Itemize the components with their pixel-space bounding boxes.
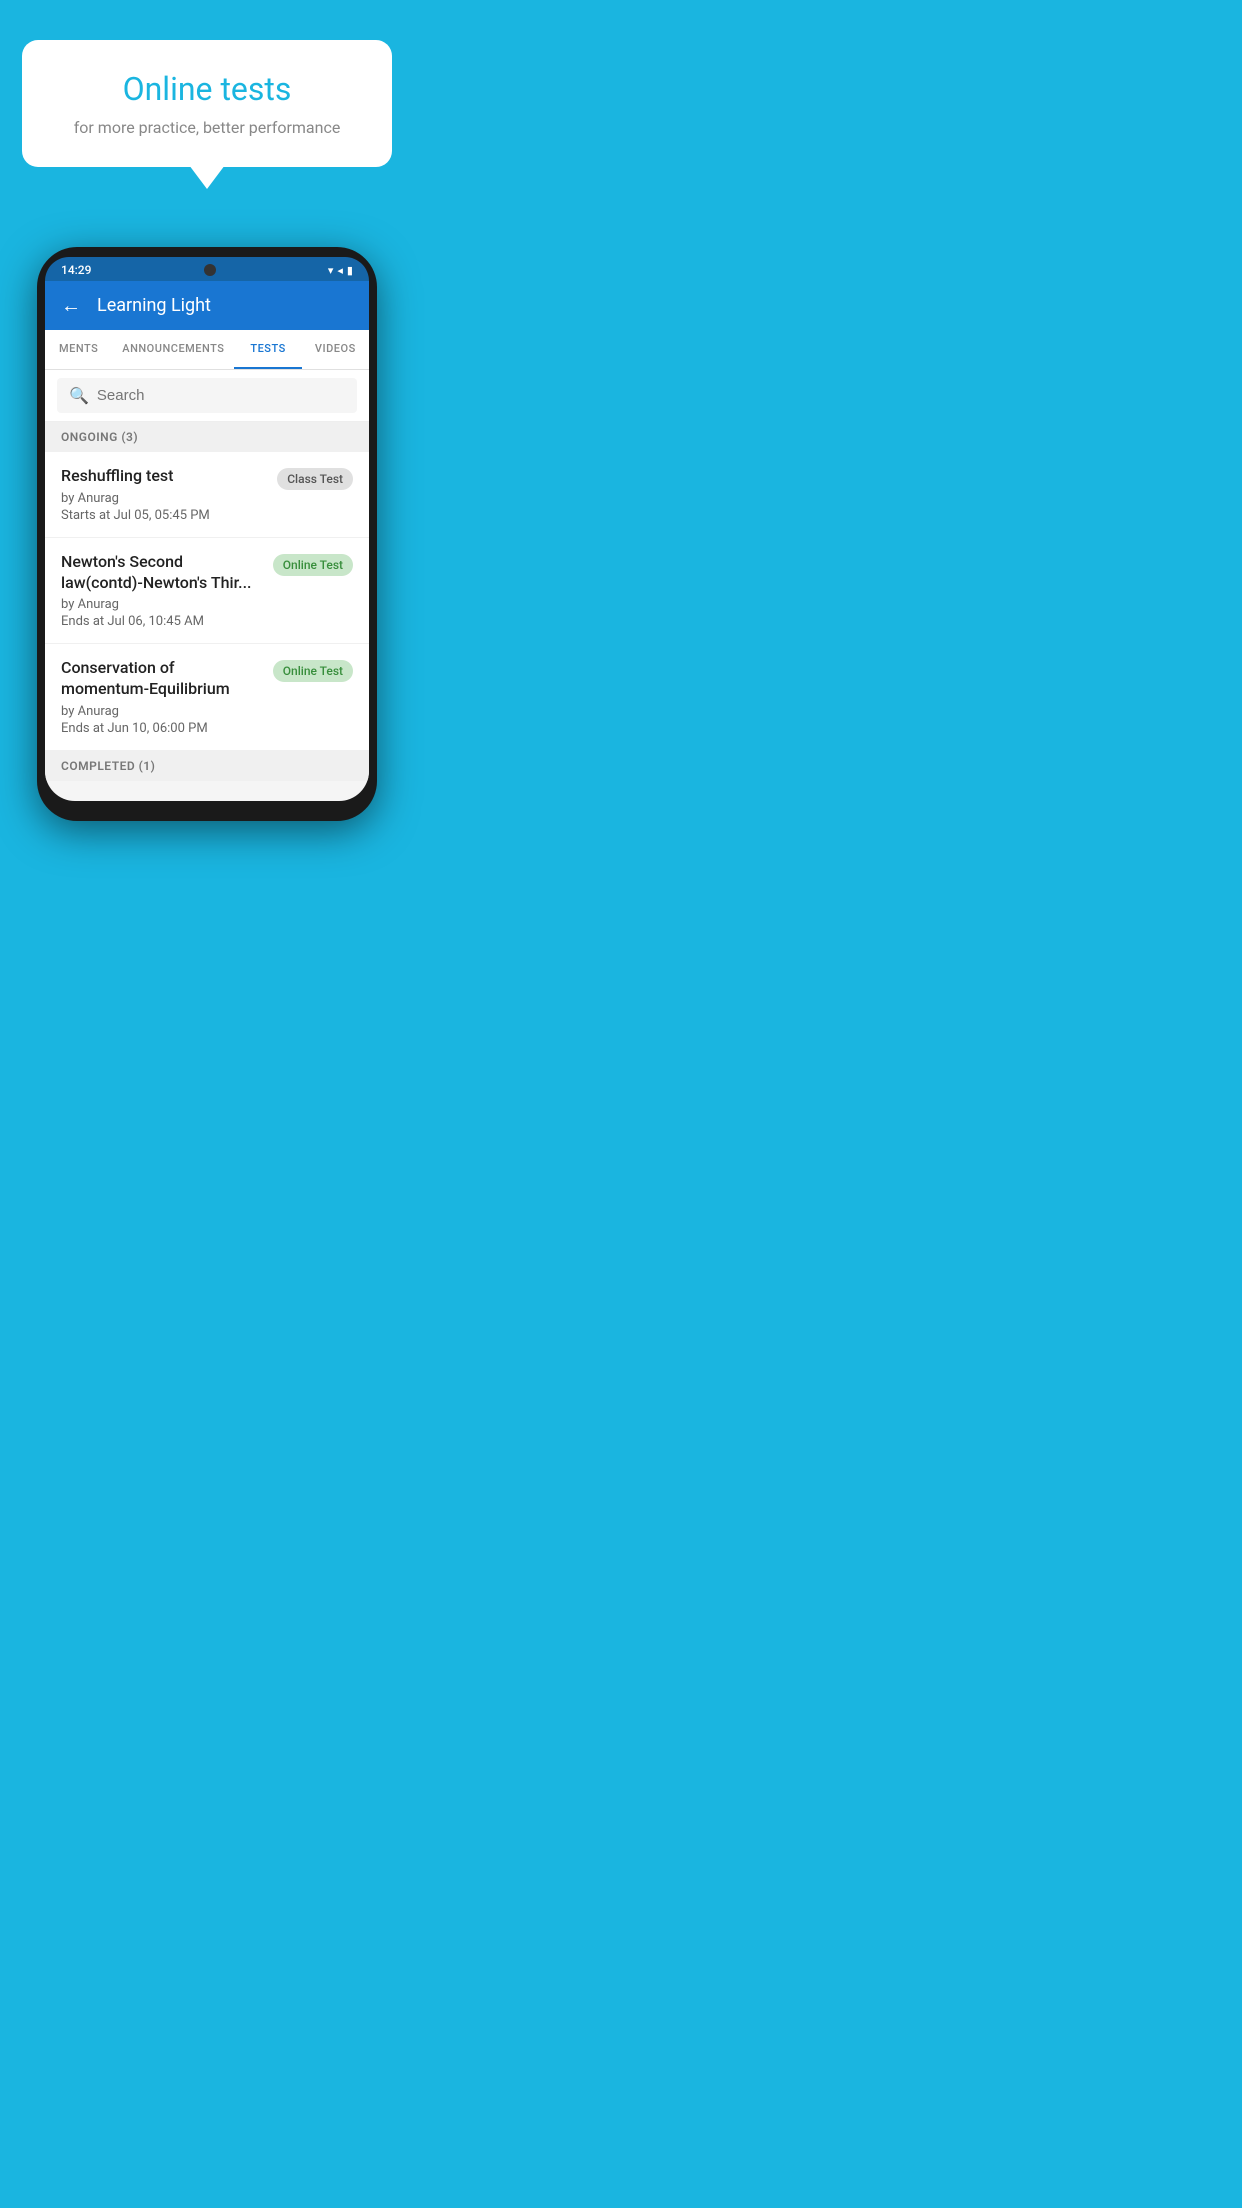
bubble-title: Online tests <box>62 70 352 108</box>
test-author: by Anurag <box>61 491 269 506</box>
test-title: Reshuffling test <box>61 466 269 487</box>
app-bar: ← Learning Light <box>45 281 369 330</box>
test-title: Conservation of momentum-Equilibrium <box>61 658 265 700</box>
test-item[interactable]: Conservation of momentum-Equilibrium by … <box>45 644 369 751</box>
test-author: by Anurag <box>61 704 265 719</box>
phone-device: 14:29 ▾ ◂ ▮ ← Learning Light MENTS <box>37 247 377 821</box>
status-time: 14:29 <box>61 263 91 277</box>
tab-ments[interactable]: MENTS <box>45 330 112 369</box>
test-date: Starts at Jul 05, 05:45 PM <box>61 508 269 523</box>
test-date: Ends at Jul 06, 10:45 AM <box>61 614 265 629</box>
test-badge-class: Class Test <box>277 468 353 490</box>
test-badge-online: Online Test <box>273 554 353 576</box>
test-info: Newton's Second law(contd)-Newton's Thir… <box>61 552 265 630</box>
tab-announcements[interactable]: ANNOUNCEMENTS <box>112 330 234 369</box>
bubble-subtitle: for more practice, better performance <box>62 118 352 137</box>
test-badge-online: Online Test <box>273 660 353 682</box>
tab-videos[interactable]: VIDEOS <box>302 330 369 369</box>
app-bar-title: Learning Light <box>97 295 211 316</box>
test-item[interactable]: Newton's Second law(contd)-Newton's Thir… <box>45 538 369 645</box>
status-icons: ▾ ◂ ▮ <box>328 264 353 277</box>
tabs-bar: MENTS ANNOUNCEMENTS TESTS VIDEOS <box>45 330 369 370</box>
test-info: Conservation of momentum-Equilibrium by … <box>61 658 265 736</box>
test-title: Newton's Second law(contd)-Newton's Thir… <box>61 552 265 594</box>
phone-screen: ← Learning Light MENTS ANNOUNCEMENTS TES… <box>45 281 369 801</box>
ongoing-section-header: ONGOING (3) <box>45 422 369 452</box>
status-bar: 14:29 ▾ ◂ ▮ <box>45 257 369 281</box>
battery-icon: ▮ <box>347 264 353 277</box>
speech-bubble: Online tests for more practice, better p… <box>22 40 392 167</box>
back-button[interactable]: ← <box>61 293 81 318</box>
signal-icon: ◂ <box>337 264 343 277</box>
test-date: Ends at Jun 10, 06:00 PM <box>61 721 265 736</box>
search-input[interactable] <box>97 387 345 404</box>
test-item[interactable]: Reshuffling test by Anurag Starts at Jul… <box>45 452 369 538</box>
test-list: Reshuffling test by Anurag Starts at Jul… <box>45 452 369 751</box>
search-icon: 🔍 <box>69 386 89 405</box>
tab-tests[interactable]: TESTS <box>234 330 301 369</box>
test-author: by Anurag <box>61 597 265 612</box>
test-info: Reshuffling test by Anurag Starts at Jul… <box>61 466 269 523</box>
phone-wrapper: 14:29 ▾ ◂ ▮ ← Learning Light MENTS <box>20 187 394 821</box>
completed-section-header: COMPLETED (1) <box>45 751 369 781</box>
search-bar: 🔍 <box>45 370 369 422</box>
search-container[interactable]: 🔍 <box>57 378 357 413</box>
camera-notch <box>204 264 216 276</box>
wifi-icon: ▾ <box>328 264 334 277</box>
background-area: Online tests for more practice, better p… <box>0 0 414 821</box>
